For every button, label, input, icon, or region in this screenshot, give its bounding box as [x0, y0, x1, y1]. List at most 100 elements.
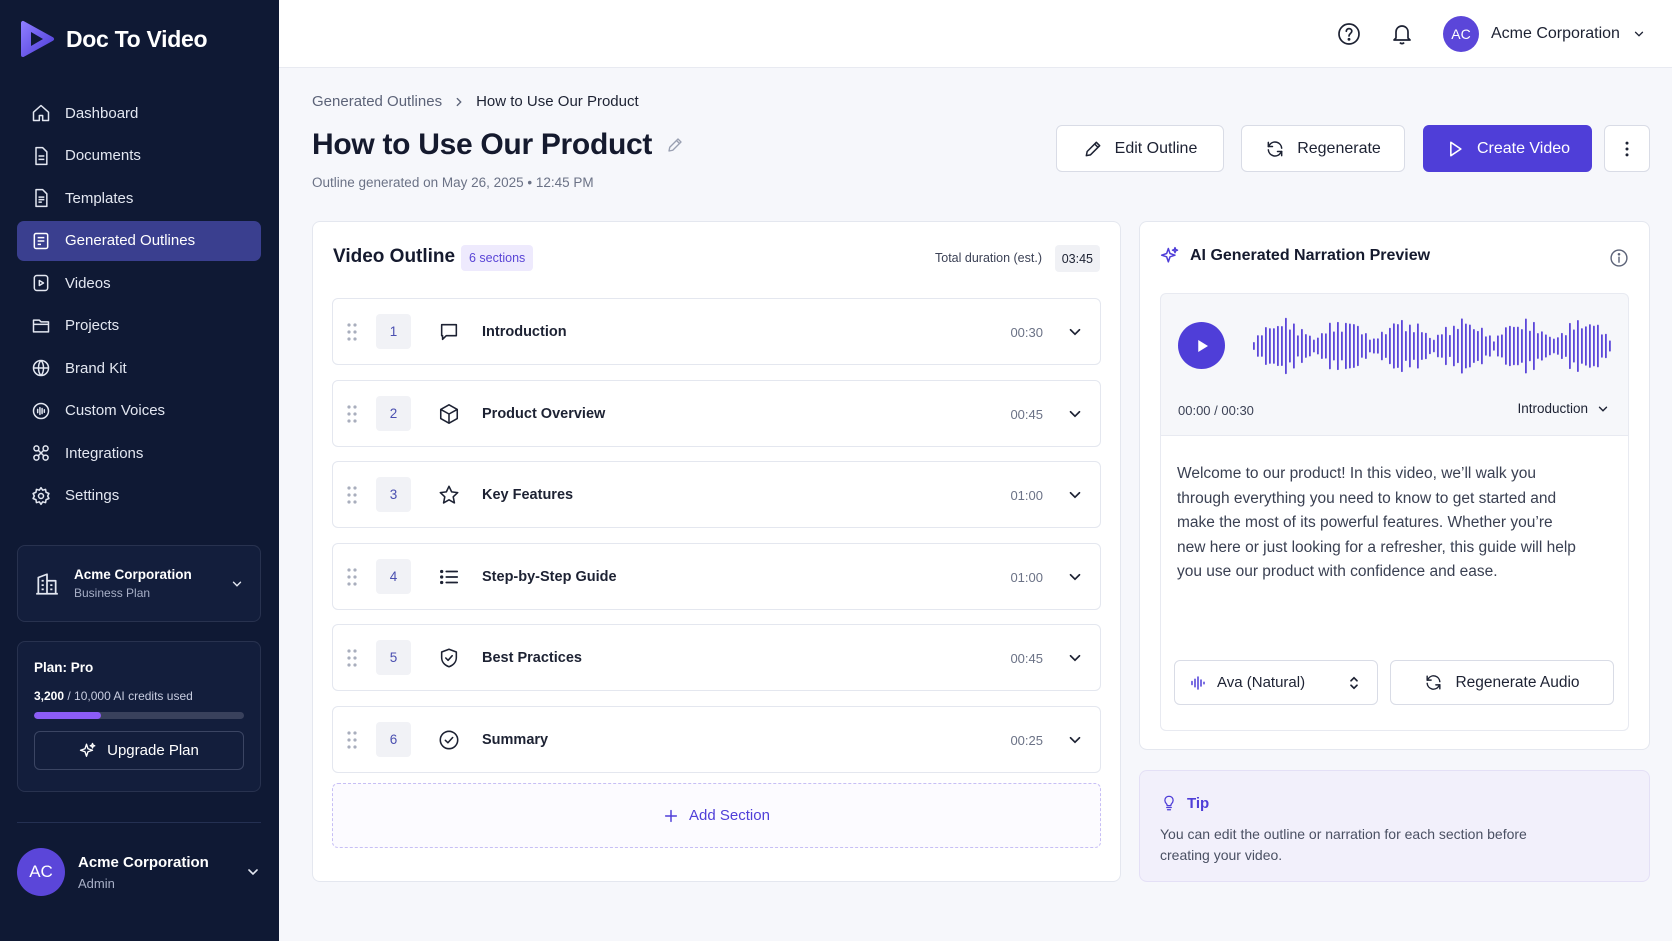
chevron-down-icon[interactable]	[1066, 405, 1084, 423]
list-icon	[440, 569, 459, 584]
regenerate-audio-button[interactable]: Regenerate Audio	[1390, 660, 1614, 705]
sidebar-item-label: Custom Voices	[65, 402, 166, 419]
voice-select[interactable]: Ava (Natural)	[1174, 660, 1378, 705]
more-options-button[interactable]	[1604, 125, 1650, 172]
sidebar-item-templates[interactable]: Templates	[17, 178, 261, 218]
section-number: 3	[376, 477, 411, 512]
sidebar-item-settings[interactable]: Settings	[17, 476, 261, 516]
narration-script-box[interactable]: Welcome to our product! In this video, w…	[1160, 436, 1629, 731]
sidebar-item-projects[interactable]: Projects	[17, 306, 261, 346]
waveform-bar	[1509, 325, 1511, 367]
waveform-bar	[1361, 334, 1363, 358]
drag-handle-icon[interactable]	[345, 403, 359, 425]
play-audio-button[interactable]	[1178, 322, 1225, 369]
sidebar-item-label: Settings	[65, 487, 120, 504]
globe-icon	[32, 359, 50, 377]
waveform-bar	[1525, 318, 1527, 374]
section-duration: 01:00	[1010, 569, 1043, 585]
waveform[interactable]	[1251, 314, 1611, 378]
waveform-bar	[1321, 332, 1323, 360]
chevron-down-icon[interactable]	[1066, 568, 1084, 586]
sidebar-item-custom-voices[interactable]: Custom Voices	[17, 391, 261, 431]
org-name: Acme Corporation	[74, 567, 192, 582]
waveform-bar	[1513, 326, 1515, 366]
plan-card: Plan: Pro 3,200 / 10,000 AI credits used…	[17, 641, 261, 792]
section-title: Key Features	[482, 487, 574, 503]
chevron-down-icon[interactable]	[1066, 323, 1084, 341]
sidebar-item-integrations[interactable]: Integrations	[17, 433, 261, 473]
narration-script[interactable]: Welcome to our product! In this video, w…	[1177, 462, 1577, 585]
regenerate-button[interactable]: Regenerate	[1241, 125, 1405, 172]
sections-badge: 6 sections	[461, 245, 534, 271]
avatar: AC	[17, 848, 65, 896]
breadcrumb-parent[interactable]: Generated Outlines	[312, 93, 442, 110]
brand[interactable]: Doc To Video	[18, 20, 208, 58]
bell-icon[interactable]	[1390, 22, 1414, 46]
create-video-button[interactable]: Create Video	[1423, 125, 1592, 172]
chevron-down-icon[interactable]	[1066, 649, 1084, 667]
account-menu[interactable]: AC Acme Corporation	[1443, 16, 1646, 52]
sidebar: Doc To Video Dashboard Documents Templat…	[0, 0, 279, 941]
section-title: Step-by-Step Guide	[482, 568, 617, 585]
section-number: 1	[376, 314, 411, 349]
duration-value: 03:45	[1054, 245, 1100, 272]
org-switcher[interactable]: Acme Corporation Business Plan	[17, 545, 261, 622]
outline-section-row[interactable]: 6 Summary 00:25	[332, 705, 1101, 773]
sort-arrows-icon	[1350, 676, 1358, 689]
play-icon	[1449, 141, 1462, 156]
sidebar-item-brand-kit[interactable]: Brand Kit	[17, 348, 261, 388]
drag-handle-icon[interactable]	[345, 566, 359, 588]
pencil-icon	[1085, 141, 1101, 156]
sidebar-item-videos[interactable]: Videos	[17, 263, 261, 303]
waveform-bar	[1441, 334, 1443, 358]
waveform-bar	[1585, 326, 1587, 366]
drag-handle-icon[interactable]	[345, 321, 359, 343]
waveform-bar	[1485, 336, 1487, 356]
credits-total: / 10,000 AI credits used	[67, 689, 193, 703]
sparkle-icon	[79, 742, 96, 757]
drag-handle-icon[interactable]	[345, 729, 359, 751]
outline-section-row[interactable]: 5 Best Practices 00:45	[332, 624, 1101, 691]
refresh-icon	[1426, 675, 1441, 690]
upgrade-plan-button[interactable]: Upgrade Plan	[34, 731, 244, 770]
waveform-bar	[1437, 334, 1439, 358]
chevron-down-icon[interactable]	[1066, 486, 1084, 504]
home-icon	[32, 104, 50, 122]
waveform-bar	[1337, 321, 1339, 371]
sidebar-item-documents[interactable]: Documents	[17, 136, 261, 176]
outline-section-row[interactable]: 3 Key Features 01:00	[332, 461, 1101, 528]
waveform-bar	[1277, 325, 1279, 367]
section-title: Introduction	[482, 324, 567, 340]
help-icon[interactable]	[1337, 22, 1361, 46]
waveform-bar	[1589, 324, 1591, 368]
add-section-button[interactable]: Add Section	[332, 783, 1101, 848]
section-title: Product Overview	[482, 405, 606, 422]
waveform-bar	[1349, 323, 1351, 369]
section-select[interactable]: Introduction	[1517, 401, 1610, 416]
audio-player: 00:00 / 00:30 Introduction	[1160, 293, 1629, 436]
waveform-bar	[1269, 328, 1271, 364]
sidebar-item-label: Brand Kit	[65, 359, 127, 377]
waveform-bar	[1341, 331, 1343, 361]
edit-outline-button[interactable]: Edit Outline	[1056, 125, 1224, 172]
star-icon	[439, 485, 459, 504]
chevron-down-icon[interactable]	[1066, 731, 1084, 749]
user-menu[interactable]: AC Acme Corporation Admin	[17, 848, 261, 896]
drag-handle-icon[interactable]	[345, 484, 359, 506]
chevron-down-icon	[248, 869, 258, 876]
waveform-bar	[1461, 318, 1463, 374]
outline-section-row[interactable]: 4 Step-by-Step Guide 01:00	[332, 542, 1101, 610]
drag-handle-icon[interactable]	[345, 647, 359, 669]
avatar: AC	[1443, 16, 1479, 52]
info-icon[interactable]	[1609, 248, 1629, 268]
outline-section-row[interactable]: 1 Introduction 00:30	[332, 298, 1101, 365]
waveform-bar	[1609, 340, 1611, 352]
waveform-bar	[1449, 334, 1451, 358]
outline-section-row[interactable]: 2 Product Overview 00:45	[332, 379, 1101, 447]
pencil-icon[interactable]	[666, 136, 684, 154]
sidebar-item-generated-outlines[interactable]: Generated Outlines	[17, 220, 261, 261]
credits-used: 3,200	[34, 689, 65, 703]
section-duration: 00:45	[1010, 406, 1043, 422]
sidebar-item-dashboard[interactable]: Dashboard	[17, 93, 261, 133]
waveform-bar	[1409, 324, 1411, 368]
